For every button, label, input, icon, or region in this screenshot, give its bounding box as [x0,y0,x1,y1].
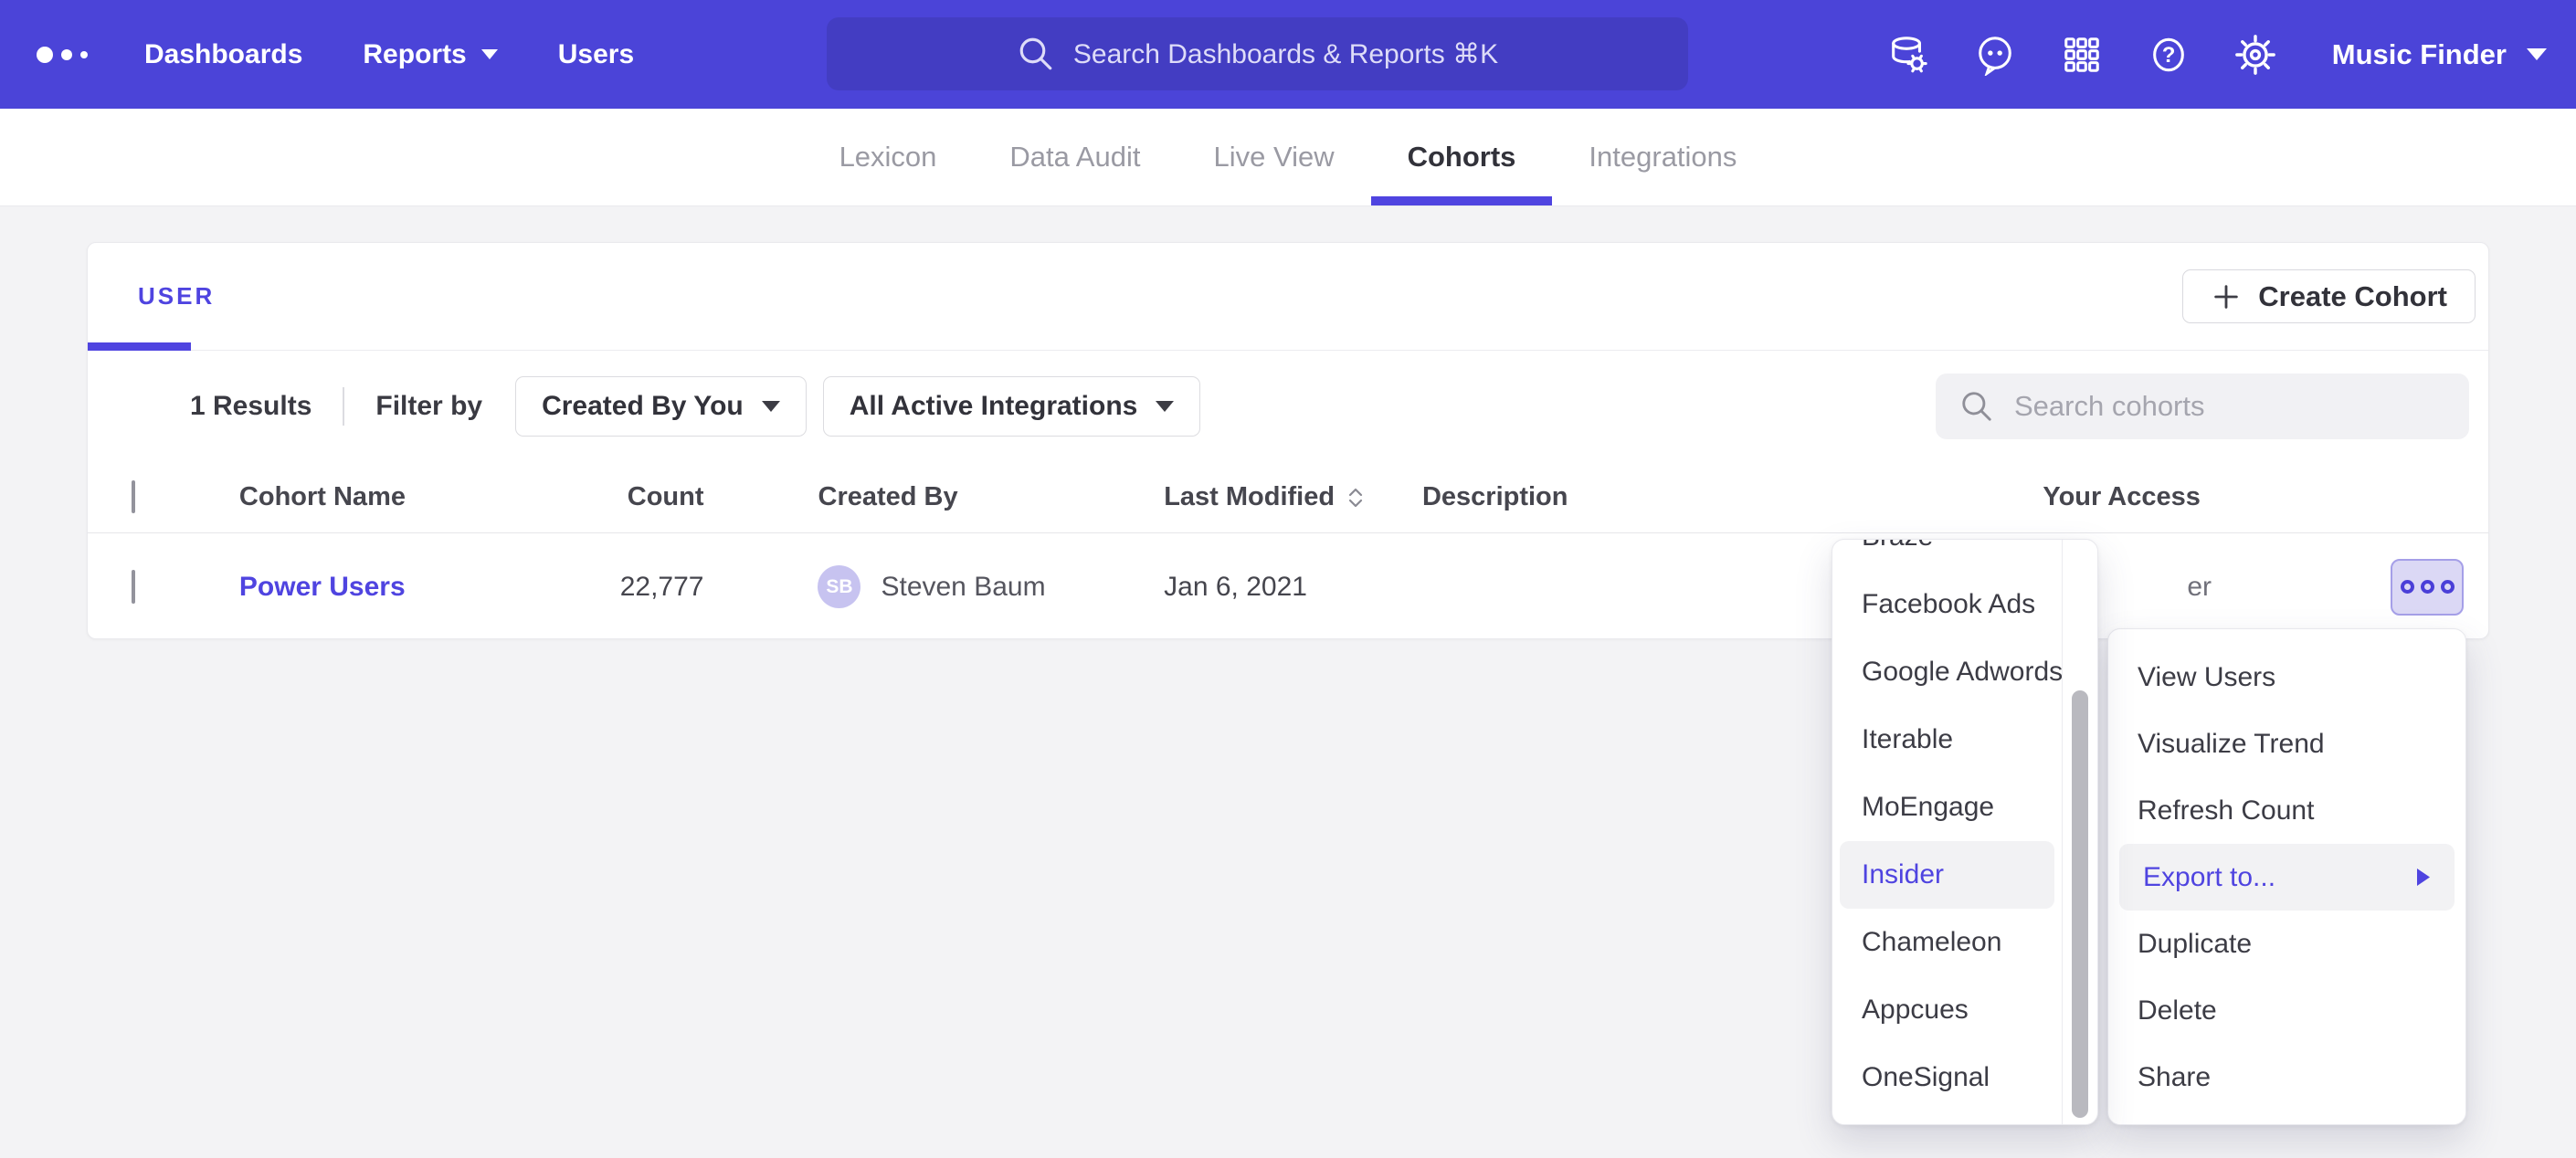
menu-item-delete[interactable]: Delete [2108,977,2465,1044]
primary-nav: Dashboards Reports Users [144,39,634,70]
table-row: Power Users 22,777 SB Steven Baum Jan 6,… [88,533,2488,640]
tab-cohorts-label: Cohorts [1408,141,1516,174]
tab-integrations[interactable]: Integrations [1552,109,1773,205]
menu-item-visualize-trend[interactable]: Visualize Trend [2108,711,2465,777]
menu-item-duplicate[interactable]: Duplicate [2108,911,2465,977]
cohorts-card: USER Create Cohort 1 Results Filter by C… [87,242,2489,639]
more-dot [2421,580,2434,594]
avatar: SB [818,565,860,608]
col-header-created-by: Created By [704,482,1165,512]
menu-item-share[interactable]: Share [2108,1044,2465,1111]
workspace-switcher[interactable]: Music Finder [2332,38,2547,71]
divider [343,387,344,426]
cohort-count: 22,777 [541,572,704,603]
scrollbar-thumb[interactable] [2072,690,2088,1118]
cohort-search-box [1936,374,2469,439]
row-context-menu: View Users Visualize Trend Refresh Count… [2107,628,2466,1125]
global-search-bar[interactable]: Search Dashboards & Reports ⌘K [827,17,1688,90]
results-count: 1 Results [190,391,311,422]
menu-item-export-to[interactable]: Export to... [2119,844,2455,911]
last-modified-cell: Jan 6, 2021 [1164,572,1422,603]
mixpanel-logo[interactable] [37,47,88,63]
col-header-cohort-name: Cohort Name [239,482,541,512]
tab-lexicon-label: Lexicon [839,141,937,174]
settings-gear-icon[interactable] [2234,34,2276,76]
cohort-name-link[interactable]: Power Users [239,572,406,602]
col-header-description: Description [1422,482,2043,512]
menu-item-view-users[interactable]: View Users [2108,644,2465,711]
help-icon[interactable]: ? [2148,34,2190,76]
submenu-item-insider[interactable]: Insider [1840,841,2054,909]
nav-users[interactable]: Users [558,39,634,70]
chevron-down-icon [481,49,498,59]
create-cohort-label: Create Cohort [2258,280,2447,313]
tab-user-cohorts[interactable]: USER [138,282,215,311]
filter-created-by[interactable]: Created By You [515,376,807,437]
submenu-item-appcues[interactable]: Appcues [1832,976,2097,1044]
nav-users-label: Users [558,39,634,70]
row-checkbox[interactable] [132,570,135,604]
submenu-item-facebook-ads[interactable]: Facebook Ads [1832,571,2097,638]
nav-right-controls: ? Music Finder [1887,0,2547,109]
tab-integrations-label: Integrations [1589,141,1737,174]
chevron-down-icon [2527,48,2547,60]
filter-by-label: Filter by [375,391,482,422]
nav-reports-label: Reports [363,39,466,70]
tab-data-audit-label: Data Audit [1009,141,1140,174]
more-dot [2401,580,2414,594]
export-submenu: Braze Facebook Ads Google Adwords Iterab… [1832,539,2098,1125]
filter-toolbar: 1 Results Filter by Created By You All A… [88,351,2488,462]
submenu-arrow-icon [2417,868,2431,886]
submenu-item-onesignal[interactable]: OneSignal [1832,1044,2097,1111]
search-icon [1017,35,1055,73]
workspace-name: Music Finder [2332,38,2507,71]
global-search-placeholder: Search Dashboards & Reports ⌘K [1073,38,1498,70]
create-cohort-button[interactable]: Create Cohort [2182,269,2476,323]
top-nav: Dashboards Reports Users Search Dashboar… [0,0,2576,109]
apps-grid-icon[interactable] [2061,34,2103,76]
tab-cohorts[interactable]: Cohorts [1371,109,1553,205]
tab-live-view-label: Live View [1213,141,1334,174]
table-header-row: Cohort Name Count Created By Last Modifi… [88,462,2488,533]
created-by-name: Steven Baum [881,572,1045,603]
tab-lexicon[interactable]: Lexicon [803,109,974,205]
nav-dashboards[interactable]: Dashboards [144,39,302,70]
feedback-icon[interactable] [1974,34,2016,76]
submenu-item-chameleon[interactable]: Chameleon [1832,909,2097,976]
sort-icon [1346,484,1366,511]
filter-integrations-label: All Active Integrations [850,391,1138,422]
created-by-cell: SB Steven Baum [703,565,1164,608]
chevron-down-icon [1156,401,1174,412]
tab-live-view[interactable]: Live View [1177,109,1370,205]
tab-data-audit[interactable]: Data Audit [973,109,1177,205]
cohorts-card-header: USER Create Cohort [88,243,2488,351]
submenu-item-google-adwords[interactable]: Google Adwords [1832,638,2097,706]
filter-integrations[interactable]: All Active Integrations [823,376,1201,437]
submenu-item-iterable[interactable]: Iterable [1832,706,2097,774]
plus-icon [2211,281,2242,312]
data-settings-icon[interactable] [1887,34,1929,76]
select-all-checkbox[interactable] [132,480,135,513]
col-header-your-access: Your Access [2043,482,2391,512]
nav-dashboards-label: Dashboards [144,39,302,70]
section-tabs: Lexicon Data Audit Live View Cohorts Int… [0,109,2576,206]
more-dot [2441,580,2455,594]
search-icon [1959,389,1994,424]
row-more-actions-button[interactable] [2391,559,2464,616]
user-tab-active-indicator [88,342,191,351]
logo-dot-large [37,47,53,63]
svg-text:?: ? [2161,43,2175,68]
scrollbar-track [2062,540,2063,1124]
cohort-search-input[interactable] [2014,390,2416,423]
filter-created-by-label: Created By You [542,391,744,422]
submenu-item-braze[interactable]: Braze [1832,539,2097,571]
menu-item-refresh-count[interactable]: Refresh Count [2108,777,2465,844]
submenu-item-moengage[interactable]: MoEngage [1832,774,2097,841]
chevron-down-icon [762,401,780,412]
col-header-count: Count [541,482,704,512]
nav-reports[interactable]: Reports [363,39,497,70]
logo-dot-small [80,51,88,58]
col-header-last-modified[interactable]: Last Modified [1164,482,1422,512]
logo-dot-medium [61,49,72,60]
